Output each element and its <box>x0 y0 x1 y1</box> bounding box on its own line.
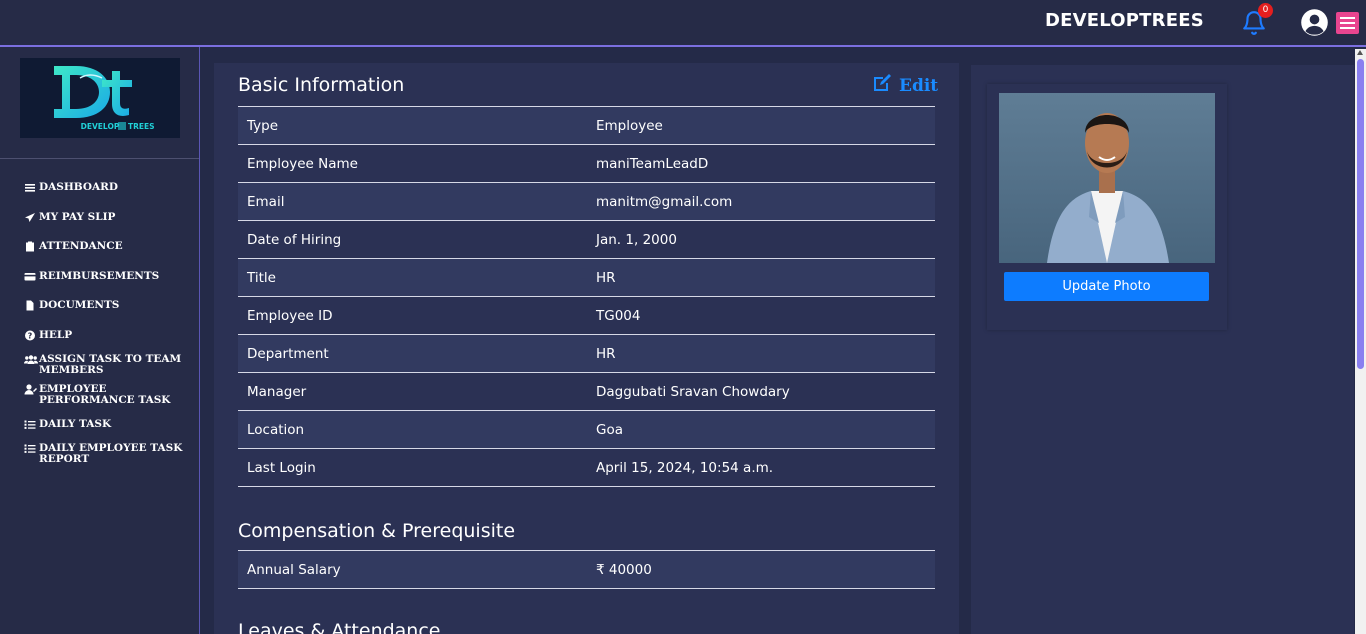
row-value: Jan. 1, 2000 <box>596 232 677 248</box>
profile-photo <box>999 93 1215 263</box>
compensation-title: Compensation & Prerequisite <box>238 520 516 542</box>
clipboard-icon <box>24 241 36 252</box>
sidebar-item-label: DASHBOARD <box>39 181 118 193</box>
sidebar-item-my-pay-slip[interactable]: MY PAY SLIP <box>24 212 189 223</box>
notification-badge: 0 <box>1258 3 1273 18</box>
row-value: ₹ 40000 <box>596 562 652 578</box>
profile-photo-panel: Update Photo <box>971 65 1354 634</box>
row-label: Manager <box>247 384 307 400</box>
user-circle-icon[interactable] <box>1300 8 1329 37</box>
question-circle-icon: ? <box>24 330 36 341</box>
sidebar-item-reimbursements[interactable]: REIMBURSEMENTS <box>24 271 189 282</box>
sidebar-item-label: ASSIGN TASK TO TEAM MEMBERS <box>39 353 182 376</box>
scroll-up-arrow-icon[interactable] <box>1357 50 1363 55</box>
sidebar-item-assign-task[interactable]: ASSIGN TASK TO TEAM MEMBERS <box>24 354 189 376</box>
sidebar-item-help[interactable]: ? HELP <box>24 330 189 341</box>
sidebar-item-label: ATTENDANCE <box>39 240 123 252</box>
sidebar: DEVELOP TREES DASHBOARD MY PAY SLIP ATTE… <box>0 47 200 634</box>
row-value: Daggubati Sravan Chowdary <box>596 384 790 400</box>
table-row: Annual Salary ₹ 40000 <box>238 551 935 589</box>
row-label: Email <box>247 194 285 210</box>
sidebar-item-label: MY PAY SLIP <box>39 211 116 223</box>
page-scrollbar[interactable] <box>1355 49 1366 634</box>
file-icon <box>24 300 36 311</box>
paper-plane-icon <box>24 212 36 223</box>
compensation-table: Annual Salary ₹ 40000 <box>238 550 935 589</box>
row-value: Employee <box>596 118 663 134</box>
sidebar-item-label: REIMBURSEMENTS <box>39 270 160 282</box>
tasks-icon <box>24 419 36 430</box>
tasks-icon <box>24 443 36 454</box>
sidebar-item-attendance[interactable]: ATTENDANCE <box>24 241 189 252</box>
sidebar-item-label: HELP <box>39 329 73 341</box>
sidebar-item-documents[interactable]: DOCUMENTS <box>24 300 189 311</box>
table-row: Email manitm@gmail.com <box>238 183 935 221</box>
scroll-thumb[interactable] <box>1357 59 1364 369</box>
edit-label: Edit <box>899 75 939 96</box>
table-row: Last Login April 15, 2024, 10:54 a.m. <box>238 449 935 487</box>
leaves-attendance-title: Leaves & Attendance <box>238 620 441 634</box>
photo-card: Update Photo <box>987 84 1227 330</box>
sidebar-item-employee-performance-task[interactable]: EMPLOYEE PERFORMANCE TASK <box>24 384 189 406</box>
row-label: Location <box>247 422 305 438</box>
row-value: HR <box>596 270 616 286</box>
credit-card-icon <box>24 271 36 282</box>
row-value: Goa <box>596 422 623 438</box>
company-logo: DEVELOP TREES <box>20 58 180 138</box>
row-value: manitm@gmail.com <box>596 194 733 210</box>
row-value: TG004 <box>596 308 641 324</box>
update-photo-button[interactable]: Update Photo <box>1004 272 1209 301</box>
profile-details-card: Basic Information Edit Type Employee Empl… <box>214 63 959 634</box>
table-row: Type Employee <box>238 107 935 145</box>
svg-text:DEVELOP: DEVELOP <box>81 122 120 131</box>
sidebar-item-label: EMPLOYEE PERFORMANCE TASK <box>39 383 171 406</box>
table-row: Date of Hiring Jan. 1, 2000 <box>238 221 935 259</box>
sidebar-item-label: DAILY TASK <box>39 418 112 430</box>
row-label: Title <box>247 270 276 286</box>
row-value: maniTeamLeadD <box>596 156 709 172</box>
row-label: Employee ID <box>247 308 333 324</box>
users-icon <box>24 354 38 365</box>
row-label: Department <box>247 346 329 362</box>
svg-text:TREES: TREES <box>128 122 155 131</box>
sidebar-item-label: DAILY EMPLOYEE TASK REPORT <box>39 442 183 465</box>
hamburger-menu-icon[interactable] <box>1336 12 1359 34</box>
sidebar-divider <box>0 158 199 159</box>
row-value: April 15, 2024, 10:54 a.m. <box>596 460 774 476</box>
list-icon <box>24 182 36 193</box>
sidebar-item-dashboard[interactable]: DASHBOARD <box>24 182 189 193</box>
user-edit-icon <box>24 384 37 395</box>
row-value: HR <box>596 346 616 362</box>
table-row: Title HR <box>238 259 935 297</box>
sidebar-item-label: DOCUMENTS <box>39 299 120 311</box>
table-row: Department HR <box>238 335 935 373</box>
row-label: Type <box>247 118 279 134</box>
row-label: Last Login <box>247 460 316 476</box>
table-row: Employee ID TG004 <box>238 297 935 335</box>
row-label: Date of Hiring <box>247 232 342 248</box>
top-bar: DEVELOPTREES 0 <box>0 0 1366 47</box>
row-label: Employee Name <box>247 156 358 172</box>
edit-button[interactable]: Edit <box>872 73 938 98</box>
table-row: Manager Daggubati Sravan Chowdary <box>238 373 935 411</box>
basic-information-table: Type Employee Employee Name maniTeamLeadD … <box>238 106 935 487</box>
table-row: Location Goa <box>238 411 935 449</box>
edit-icon <box>872 73 894 98</box>
row-label: Annual Salary <box>247 562 341 578</box>
basic-information-title: Basic Information <box>238 74 405 96</box>
sidebar-item-daily-employee-task-report[interactable]: DAILY EMPLOYEE TASK REPORT <box>24 443 189 465</box>
table-row: Employee Name maniTeamLeadD <box>238 145 935 183</box>
sidebar-item-daily-task[interactable]: DAILY TASK <box>24 419 189 430</box>
svg-text:?: ? <box>28 332 33 341</box>
brand-title: DEVELOPTREES <box>1045 10 1204 31</box>
